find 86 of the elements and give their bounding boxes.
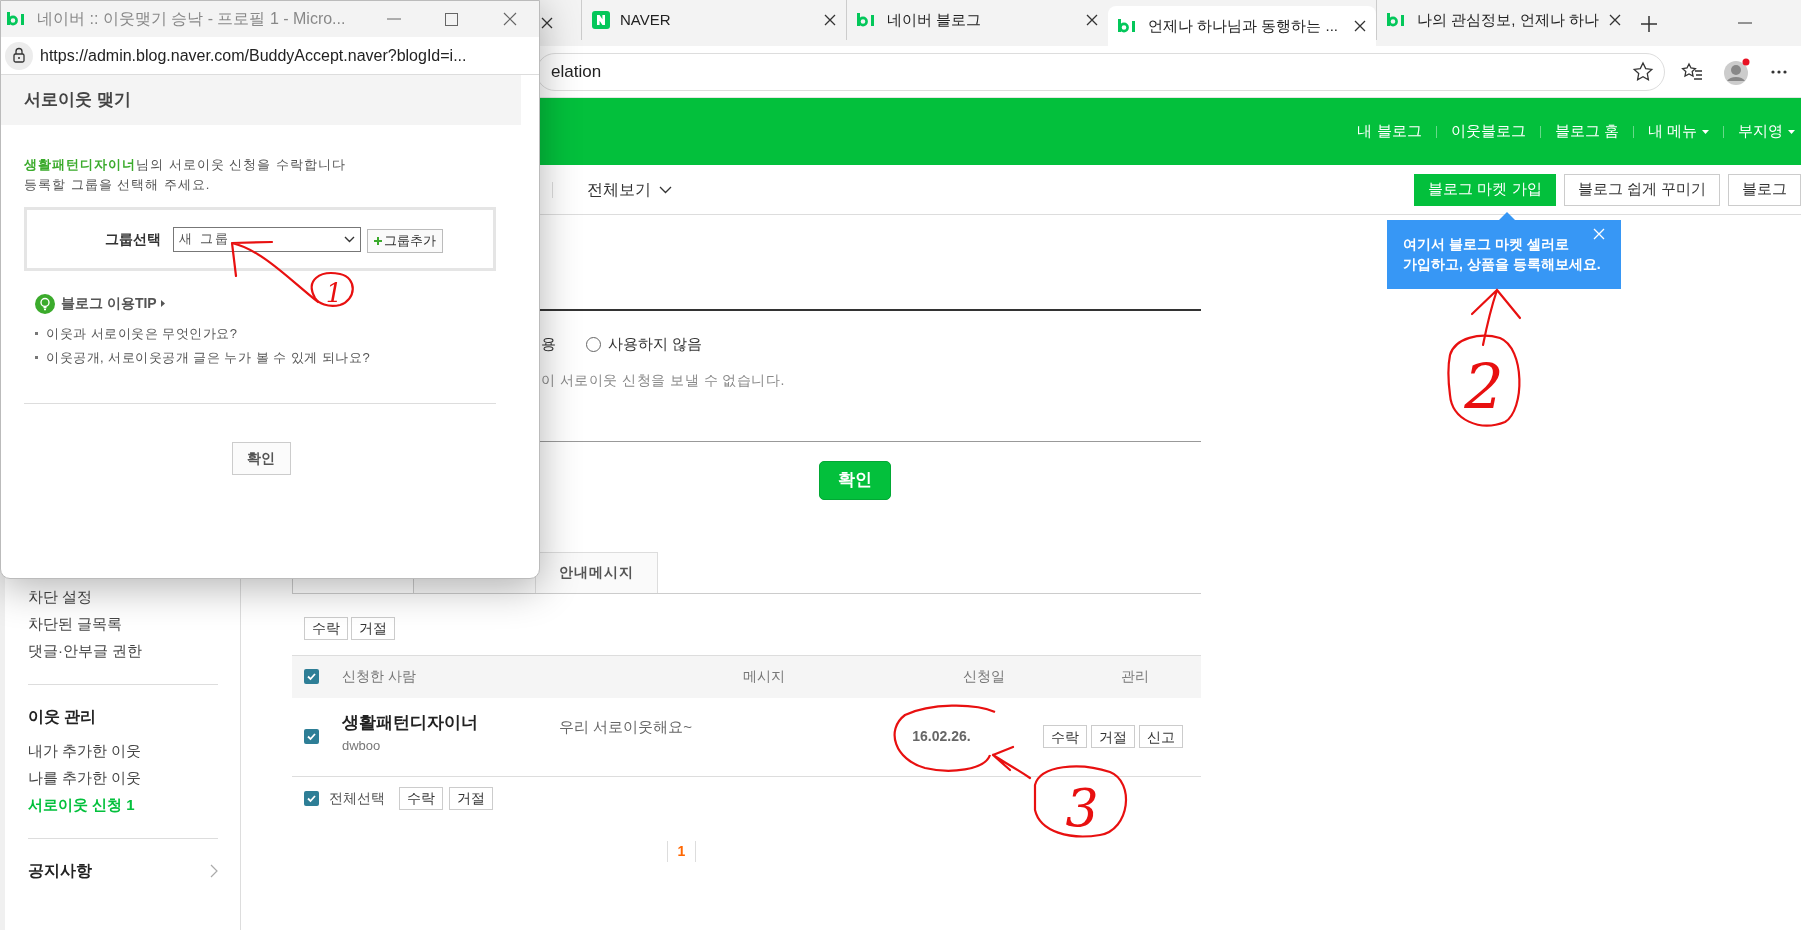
tab-title: NAVER	[620, 9, 672, 30]
action-button[interactable]: 수락	[399, 786, 443, 810]
date-cell-text: 16.02.26.	[911, 727, 972, 746]
message-cell-text: 우리 서로이웃해요~	[559, 716, 693, 737]
action-button[interactable]: 거절	[1090, 725, 1135, 748]
more-icon[interactable]	[1771, 69, 1787, 74]
action-button[interactable]: 수락	[1042, 725, 1087, 748]
annotation-arrow	[991, 745, 1032, 780]
sidebar-heading: 이웃 관리	[28, 707, 97, 727]
close-icon[interactable]	[541, 17, 553, 29]
select-all-label: 전체선택	[329, 788, 385, 808]
tip-link[interactable]: 이웃공개, 서로이웃공개 글은 누가 볼 수 있게 되나요?	[46, 347, 371, 367]
group-label: 그룹선택	[105, 229, 161, 249]
close-icon[interactable]	[1608, 14, 1621, 26]
tooltip-text: 여기서 블로그 마켓 셀러로	[1403, 235, 1570, 254]
blog-button[interactable]: 블로그 쉽게 꾸미기	[1563, 173, 1720, 206]
annotation-number: 2	[1464, 350, 1504, 423]
column-header: 신청한 사람	[341, 667, 417, 686]
sidebar-link[interactable]: 댓글·안부글 권한	[28, 637, 218, 664]
blog-logo-icon	[1387, 13, 1407, 27]
browser-tab[interactable]: 언제나 하나님과 동행하는 ...	[1108, 6, 1376, 46]
tip-link[interactable]: 이웃과 서로이웃은 무엇인가요?	[46, 324, 238, 344]
sidebar-link[interactable]: 차단된 글목록	[28, 610, 218, 637]
sidebar-link[interactable]: 차단 설정	[28, 583, 218, 610]
checkmark-icon	[306, 731, 317, 742]
view-all-link[interactable]: 전체보기	[587, 177, 672, 202]
browser-tab[interactable]: 나의 관심정보, 언제나 하나	[1376, 0, 1626, 40]
tip-link[interactable]: 블로그 이용TIP	[61, 293, 165, 314]
browser-tab[interactable]: NAVER	[581, 0, 846, 40]
url-text: https://admin.blog.naver.com/BuddyAccept.naver?blogId=i...	[40, 45, 467, 66]
column-header: 메시지	[742, 667, 786, 686]
blog-button[interactable]: 블로그	[1728, 173, 1801, 206]
maximize-icon[interactable]	[445, 12, 458, 26]
annotation-number: 1	[325, 278, 343, 308]
lock-icon	[5, 41, 33, 70]
column-header: 신청일	[962, 667, 1006, 686]
caret-icon	[1788, 129, 1795, 134]
tooltip-text: 가입하고, 상품을 등록해보세요.	[1403, 255, 1602, 274]
dialog-title: 서로이웃 맺기	[24, 89, 131, 112]
sidebar-link[interactable]: 나를 추가한 이웃	[28, 764, 218, 791]
tab[interactable]: 안내메시지	[536, 551, 658, 593]
close-icon[interactable]	[1086, 14, 1098, 26]
address-text: elation	[550, 60, 603, 83]
profile-icon[interactable]	[1723, 57, 1751, 86]
window-title: 네이버 :: 이웃맺기 승낙 - 프로필 1 - Micro...	[37, 9, 346, 29]
annotation-arrow	[1470, 288, 1522, 347]
favorites-icon[interactable]	[1681, 61, 1703, 82]
close-icon[interactable]	[824, 14, 836, 26]
requester-id: dwboo	[342, 736, 382, 755]
message-text: 생활패턴디자이너님의 서로이웃 신청을 수락합니다	[24, 156, 347, 174]
caret-icon	[1702, 129, 1709, 134]
confirm-button[interactable]: 확인	[231, 442, 291, 475]
group-select[interactable]: 새 그룹	[173, 226, 361, 252]
action-button[interactable]: 거절	[449, 786, 493, 810]
add-group-button[interactable]: 그룹추가	[367, 228, 443, 253]
n-logo-icon	[592, 11, 610, 29]
blog-logo-icon	[7, 12, 27, 26]
tab-title: 언제나 하나님과 동행하는 ...	[1148, 15, 1339, 36]
close-icon[interactable]	[1354, 20, 1366, 32]
action-button[interactable]: 신고	[1138, 725, 1183, 748]
action-button[interactable]: 거절	[351, 616, 395, 640]
message-text: 등록할 그룹을 선택해 주세요.	[24, 175, 212, 194]
sidebar-link[interactable]: 내가 추가한 이웃	[28, 737, 218, 764]
blog-logo-icon	[1118, 19, 1138, 33]
option-label: 용	[541, 334, 556, 354]
requester-name[interactable]: 생활패턴디자이너	[342, 710, 559, 736]
radio-label: 사용하지 않음	[608, 334, 703, 354]
chevron-down-icon	[344, 235, 355, 243]
sidebar-heading[interactable]: 공지사항	[28, 859, 92, 883]
column-header: 관리	[1120, 667, 1150, 686]
plus-icon	[374, 236, 382, 245]
checkmark-icon	[306, 671, 317, 682]
annotation-number: 3	[1065, 778, 1099, 838]
tab-title: 네이버 블로그	[887, 9, 983, 30]
checkbox[interactable]	[304, 729, 319, 744]
chevron-down-icon	[659, 185, 672, 194]
blog-logo-icon	[857, 13, 877, 27]
checkbox[interactable]	[304, 790, 319, 806]
caret-icon	[160, 300, 165, 307]
action-button[interactable]: 수락	[304, 616, 348, 640]
lightbulb-icon	[35, 293, 55, 314]
star-icon[interactable]	[1632, 60, 1654, 83]
new-tab-icon[interactable]	[1640, 15, 1658, 33]
tab-title: 나의 관심정보, 언제나 하나	[1417, 9, 1599, 30]
checkbox[interactable]	[304, 669, 319, 684]
note-text: 이 서로이웃 신청을 보낼 수 없습니다.	[541, 370, 786, 390]
